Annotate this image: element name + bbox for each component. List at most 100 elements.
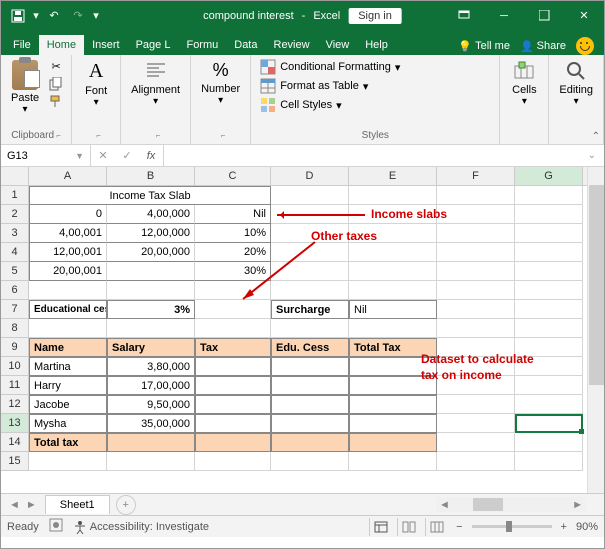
- cell-c6[interactable]: [195, 281, 271, 300]
- paste-button[interactable]: Paste▾: [7, 58, 43, 117]
- macro-record-icon[interactable]: [49, 518, 63, 535]
- horizontal-scrollbar[interactable]: ◄►: [436, 497, 586, 512]
- cell-a4[interactable]: 12,00,001: [29, 243, 107, 262]
- undo-icon[interactable]: ↶: [43, 5, 65, 27]
- cell-b7[interactable]: 3%: [107, 300, 195, 319]
- share-button[interactable]: 👤Share: [520, 40, 566, 53]
- zoom-in-button[interactable]: +: [558, 521, 570, 533]
- cell-f11[interactable]: [437, 376, 515, 395]
- cell-d12[interactable]: [271, 395, 349, 414]
- cell-a15[interactable]: [29, 452, 107, 471]
- vertical-scrollbar[interactable]: [587, 167, 604, 493]
- cell-b14[interactable]: [107, 433, 195, 452]
- cell-e3[interactable]: [349, 224, 437, 243]
- tab-review[interactable]: Review: [266, 35, 318, 55]
- conditional-formatting-button[interactable]: Conditional Formatting ▾: [257, 58, 493, 76]
- cell-c10[interactable]: [195, 357, 271, 376]
- cell-g11[interactable]: [515, 376, 583, 395]
- cell-b4[interactable]: 20,00,000: [107, 243, 195, 262]
- cell-f15[interactable]: [437, 452, 515, 471]
- cell-g13[interactable]: [515, 414, 583, 433]
- cell-f12[interactable]: [437, 395, 515, 414]
- tab-file[interactable]: File: [5, 35, 39, 55]
- row-header-1[interactable]: 1: [1, 186, 29, 205]
- cell-b13[interactable]: 35,00,000: [107, 414, 195, 433]
- row-header-14[interactable]: 14: [1, 433, 29, 452]
- col-header-g[interactable]: G: [515, 167, 583, 185]
- tab-formulas[interactable]: Formu: [178, 35, 226, 55]
- cell-f1[interactable]: [437, 186, 515, 205]
- cell-a14[interactable]: Total tax: [29, 433, 107, 452]
- cell-e7[interactable]: Nil: [349, 300, 437, 319]
- tab-data[interactable]: Data: [226, 35, 265, 55]
- tab-help[interactable]: Help: [357, 35, 396, 55]
- cell-f6[interactable]: [437, 281, 515, 300]
- cell-b8[interactable]: [107, 319, 195, 338]
- name-box[interactable]: G13▼: [1, 145, 91, 166]
- cell-g12[interactable]: [515, 395, 583, 414]
- cell-c3[interactable]: 10%: [195, 224, 271, 243]
- cell-c4[interactable]: 20%: [195, 243, 271, 262]
- col-header-a[interactable]: A: [29, 167, 107, 185]
- cell-e5[interactable]: [349, 262, 437, 281]
- cells-grid[interactable]: Income Tax Slab 0 4,00,000 Nil 4,00,001 …: [29, 186, 583, 471]
- cell-f14[interactable]: [437, 433, 515, 452]
- cell-a6[interactable]: [29, 281, 107, 300]
- cell-c14[interactable]: [195, 433, 271, 452]
- col-header-f[interactable]: F: [437, 167, 515, 185]
- close-button[interactable]: ✕: [564, 1, 604, 30]
- cell-b15[interactable]: [107, 452, 195, 471]
- qat-dropdown-icon[interactable]: ▾: [31, 5, 41, 27]
- cell-d4[interactable]: [271, 243, 349, 262]
- page-break-view-icon[interactable]: [425, 518, 447, 536]
- font-group-label[interactable]: [78, 130, 114, 143]
- cell-e6[interactable]: [349, 281, 437, 300]
- cut-icon[interactable]: ✂: [47, 58, 65, 74]
- cell-b5[interactable]: [107, 262, 195, 281]
- qat-customize-icon[interactable]: ▾: [91, 5, 101, 27]
- enter-formula-icon[interactable]: ✓: [115, 145, 139, 166]
- cell-a13[interactable]: Mysha: [29, 414, 107, 433]
- cell-b9[interactable]: Salary: [107, 338, 195, 357]
- tab-page-layout[interactable]: Page L: [128, 35, 179, 55]
- cell-a11[interactable]: Harry: [29, 376, 107, 395]
- cell-g14[interactable]: [515, 433, 583, 452]
- add-sheet-button[interactable]: +: [116, 495, 136, 515]
- tab-insert[interactable]: Insert: [84, 35, 128, 55]
- row-header-6[interactable]: 6: [1, 281, 29, 300]
- col-header-c[interactable]: C: [195, 167, 271, 185]
- cell-b2[interactable]: 4,00,000: [107, 205, 195, 224]
- cell-f13[interactable]: [437, 414, 515, 433]
- maximize-button[interactable]: [524, 1, 564, 30]
- format-as-table-button[interactable]: Format as Table ▾: [257, 77, 493, 95]
- cell-a5[interactable]: 20,00,001: [29, 262, 107, 281]
- format-painter-icon[interactable]: [47, 94, 65, 110]
- row-header-8[interactable]: 8: [1, 319, 29, 338]
- zoom-out-button[interactable]: −: [453, 521, 465, 533]
- cell-a9[interactable]: Name: [29, 338, 107, 357]
- alignment-group-label[interactable]: [127, 130, 184, 143]
- cell-d1[interactable]: [271, 186, 349, 205]
- row-header-9[interactable]: 9: [1, 338, 29, 357]
- cell-e1[interactable]: [349, 186, 437, 205]
- editing-button[interactable]: Editing▾: [555, 58, 597, 109]
- zoom-level[interactable]: 90%: [576, 521, 598, 533]
- cell-g15[interactable]: [515, 452, 583, 471]
- row-header-15[interactable]: 15: [1, 452, 29, 471]
- cell-a10[interactable]: Martina: [29, 357, 107, 376]
- col-header-e[interactable]: E: [349, 167, 437, 185]
- cell-f10[interactable]: [437, 357, 515, 376]
- cell-c11[interactable]: [195, 376, 271, 395]
- cell-d10[interactable]: [271, 357, 349, 376]
- cell-d13[interactable]: [271, 414, 349, 433]
- cell-f7[interactable]: [437, 300, 515, 319]
- number-button[interactable]: %Number▾: [197, 58, 244, 108]
- cell-b11[interactable]: 17,00,000: [107, 376, 195, 395]
- row-header-13[interactable]: 13: [1, 414, 29, 433]
- col-header-d[interactable]: D: [271, 167, 349, 185]
- cells-button[interactable]: Cells▾: [506, 58, 542, 109]
- cell-c9[interactable]: Tax: [195, 338, 271, 357]
- cell-e9[interactable]: Total Tax: [349, 338, 437, 357]
- sign-in-button[interactable]: Sign in: [348, 8, 402, 24]
- cell-d5[interactable]: [271, 262, 349, 281]
